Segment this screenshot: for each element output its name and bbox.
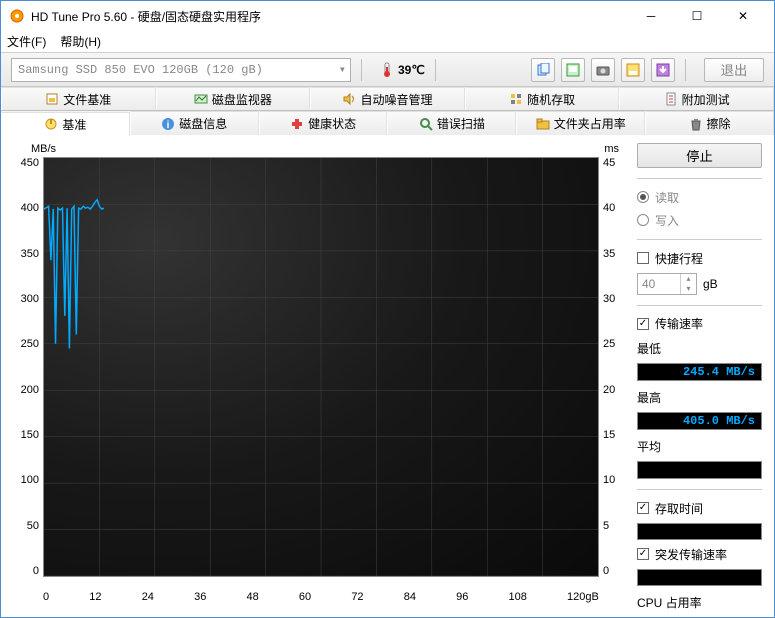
y-axis-left-ticks: 450400350300250200150100500 <box>13 157 39 577</box>
plot <box>43 157 599 577</box>
tab-aam[interactable]: 自动噪音管理 <box>310 87 465 110</box>
radio-icon <box>637 214 649 226</box>
tab-row-upper: 文件基准 磁盘监视器 自动噪音管理 随机存取 附加测试 <box>1 87 774 111</box>
checkbox-icon: ✓ <box>637 318 649 330</box>
checkbox-transfer-rate[interactable]: ✓传输速率 <box>637 315 762 332</box>
titlebar: HD Tune Pro 5.60 - 硬盘/固态硬盘实用程序 ─ ☐ ✕ <box>1 1 774 31</box>
menubar: 文件(F) 帮助(H) <box>1 31 774 53</box>
side-panel: 停止 读取 写入 快捷行程 40▴▾ gB ✓传输速率 最低 245.4 MB/… <box>623 143 762 611</box>
menu-help[interactable]: 帮助(H) <box>60 33 101 50</box>
x-axis-ticks: 01224364860728496108120gB <box>43 591 599 603</box>
checkbox-burst[interactable]: ✓突发传输速率 <box>637 546 762 563</box>
tab-file-benchmark[interactable]: 文件基准 <box>1 87 156 110</box>
tab-erase[interactable]: 擦除 <box>645 111 774 135</box>
radio-read[interactable]: 读取 <box>637 189 762 206</box>
menu-file[interactable]: 文件(F) <box>7 33 46 50</box>
shortstroke-unit: gB <box>703 277 718 291</box>
exit-button[interactable]: 退出 <box>704 58 764 82</box>
tab-info[interactable]: i磁盘信息 <box>130 111 259 135</box>
thermometer-icon <box>380 62 394 78</box>
label-max: 最高 <box>637 389 762 406</box>
drive-select[interactable]: Samsung SSD 850 EVO 120GB (120 gB) ▾ <box>11 58 351 82</box>
minimize-button[interactable]: ─ <box>628 1 674 31</box>
radio-write[interactable]: 写入 <box>637 212 762 229</box>
camera-button[interactable] <box>591 58 615 82</box>
value-avg <box>637 461 762 478</box>
drive-select-value: Samsung SSD 850 EVO 120GB (120 gB) <box>18 63 263 77</box>
value-min: 245.4 MB/s <box>637 363 762 381</box>
tab-row-lower: 基准 i磁盘信息 健康状态 错误扫描 文件夹占用率 擦除 <box>1 111 774 135</box>
y-axis-left-label: MB/s <box>31 143 56 155</box>
value-access <box>637 523 762 540</box>
copy-info-button[interactable] <box>531 58 555 82</box>
copy-screenshot-button[interactable] <box>561 58 585 82</box>
tab-disk-monitor[interactable]: 磁盘监视器 <box>156 87 311 110</box>
load-button[interactable] <box>651 58 675 82</box>
maximize-button[interactable]: ☐ <box>674 1 720 31</box>
label-cpu: CPU 占用率 <box>637 594 762 611</box>
tab-extra-tests[interactable]: 附加测试 <box>619 87 774 110</box>
svg-text:i: i <box>167 120 170 131</box>
window-title: HD Tune Pro 5.60 - 硬盘/固态硬盘实用程序 <box>31 8 628 25</box>
tab-health[interactable]: 健康状态 <box>259 111 388 135</box>
value-burst <box>637 569 762 586</box>
toolbar: Samsung SSD 850 EVO 120GB (120 gB) ▾ 39℃… <box>1 53 774 87</box>
temperature: 39℃ <box>380 62 425 78</box>
content: MB/s ms 450400350300250200150100500 4540… <box>1 135 774 617</box>
chevron-down-icon: ▾ <box>339 62 346 77</box>
chart-area: MB/s ms 450400350300250200150100500 4540… <box>13 143 623 611</box>
tab-random-access[interactable]: 随机存取 <box>465 87 620 110</box>
tab-error-scan[interactable]: 错误扫描 <box>387 111 516 135</box>
tab-folder-usage[interactable]: 文件夹占用率 <box>516 111 645 135</box>
app-icon <box>9 8 25 24</box>
checkbox-shortstroke[interactable]: 快捷行程 <box>637 250 762 267</box>
checkbox-icon: ✓ <box>637 548 649 560</box>
radio-icon <box>637 191 649 203</box>
shortstroke-spinner[interactable]: 40▴▾ <box>637 273 697 295</box>
y-axis-right-label: ms <box>604 143 619 155</box>
save-button[interactable] <box>621 58 645 82</box>
close-button[interactable]: ✕ <box>720 1 766 31</box>
checkbox-access-time[interactable]: ✓存取时间 <box>637 500 762 517</box>
stop-button[interactable]: 停止 <box>637 143 762 168</box>
label-min: 最低 <box>637 340 762 357</box>
label-avg: 平均 <box>637 438 762 455</box>
checkbox-icon <box>637 252 649 264</box>
tab-benchmark[interactable]: 基准 <box>1 112 130 136</box>
y-axis-right-ticks: 454035302520151050 <box>603 157 623 577</box>
value-max: 405.0 MB/s <box>637 412 762 430</box>
checkbox-icon: ✓ <box>637 502 649 514</box>
